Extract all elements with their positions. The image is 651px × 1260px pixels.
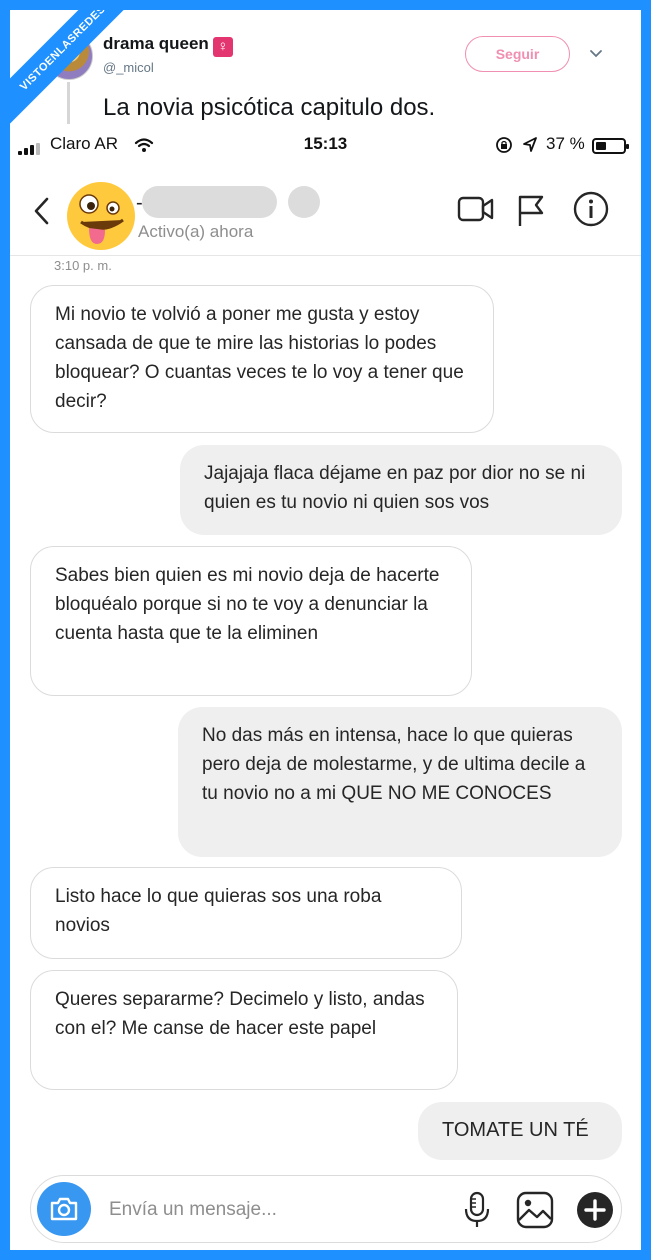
activity-status: Activo(a) ahora (138, 222, 254, 241)
microphone-icon[interactable] (463, 1191, 491, 1229)
contact-avatar[interactable] (67, 182, 135, 250)
female-sign-icon: ♀ (212, 37, 233, 57)
gallery-icon[interactable] (515, 1190, 555, 1230)
rotation-lock-icon (496, 137, 512, 153)
user-handle[interactable]: @_micol (103, 60, 154, 75)
camera-icon (50, 1197, 78, 1221)
message-bubble-received[interactable]: Listo hace lo que quieras sos una roba n… (30, 867, 462, 959)
battery-percent: 37 % (546, 134, 585, 153)
status-bar: Claro AR 15:13 37 % (10, 130, 641, 160)
message-bubble-sent[interactable]: No das más en intensa, hace lo que quier… (178, 707, 622, 857)
tweet-text: La novia psicótica capitulo dos. (103, 94, 436, 121)
display-name[interactable]: drama queen ♀ (103, 34, 233, 57)
redacted-username (142, 186, 277, 218)
message-bubble-received[interactable]: Sabes bien quien es mi novio deja de hac… (30, 546, 472, 696)
message-bubble-received[interactable]: Queres separarme? Decimelo y listo, anda… (30, 970, 458, 1090)
location-arrow-icon (523, 137, 537, 152)
phone-screenshot: Claro AR 15:13 37 % - Activo(a) ahora 3:… (10, 130, 641, 1250)
message-bubble-sent[interactable]: Jajajaja flaca déjame en paz por dior no… (180, 445, 622, 535)
back-arrow-icon[interactable] (32, 196, 52, 226)
thread-line (67, 82, 70, 124)
report-flag-icon[interactable] (516, 194, 546, 228)
chevron-down-icon[interactable] (588, 46, 604, 62)
follow-button[interactable]: Seguir (465, 36, 570, 72)
display-name-text: drama queen (103, 34, 209, 53)
video-call-icon[interactable] (457, 194, 495, 224)
message-bubble-sent[interactable]: TOMATE UN TÉ (418, 1102, 622, 1160)
message-timestamp: 3:10 p. m. (54, 258, 112, 273)
chat-header: - Activo(a) ahora (10, 170, 641, 256)
add-plus-icon[interactable] (575, 1190, 615, 1230)
camera-button[interactable] (37, 1182, 91, 1236)
message-composer (30, 1175, 622, 1243)
message-input[interactable] (109, 1196, 439, 1224)
zany-face-icon (68, 183, 134, 249)
screenshot-frame: VISTOENLASREDES drama queen ♀ @_micol Seg… (10, 10, 641, 1250)
battery-icon (592, 138, 629, 154)
redacted-badge (288, 186, 320, 218)
message-bubble-received[interactable]: Mi novio te volvió a poner me gusta y es… (30, 285, 494, 433)
info-icon[interactable] (572, 190, 610, 228)
